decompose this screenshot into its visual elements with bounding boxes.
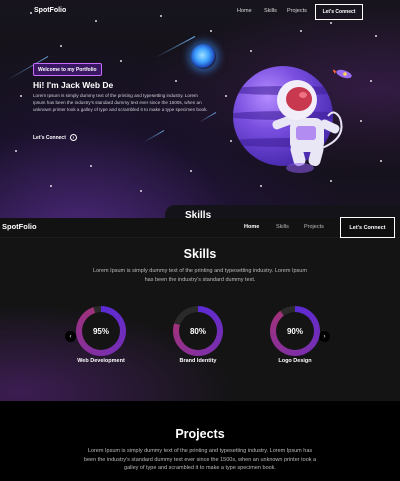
star xyxy=(210,30,212,32)
arrow-circle-icon: › xyxy=(69,134,77,141)
nav-home-link[interactable]: Home xyxy=(237,8,252,14)
skill-ring: 95% xyxy=(76,306,126,356)
astronaut-illustration xyxy=(272,80,343,173)
meteor-streak xyxy=(142,130,165,143)
skill-percent: 80% xyxy=(189,326,206,336)
nav-projects-link[interactable]: Projects xyxy=(304,224,324,230)
hero-connect-label: Let's Connect xyxy=(33,134,66,141)
skills-heading: Skills xyxy=(183,247,217,261)
star xyxy=(175,80,177,82)
sticky-navbar: SpotFolio Home Skills Projects Let's Con… xyxy=(0,217,400,238)
welcome-badge: Welcome to my Portfolio xyxy=(33,63,102,76)
nav-projects-link[interactable]: Projects xyxy=(287,8,307,14)
meteor-streak xyxy=(155,36,196,59)
projects-heading: Projects xyxy=(175,427,225,441)
skill-percent: 95% xyxy=(92,326,109,336)
star xyxy=(60,45,62,47)
star xyxy=(360,120,362,122)
hero-heading: Hi! I'm Jack Web De xyxy=(33,80,114,90)
hero-section: SpotFolio Home Skills Projects Let's Con… xyxy=(0,0,400,222)
star xyxy=(370,80,372,82)
skill-label: Brand Identity xyxy=(179,358,217,364)
star xyxy=(260,185,262,187)
projects-description: Lorem Ipsum is simply dummy text of the … xyxy=(83,448,317,471)
skill-label: Logo Design xyxy=(278,358,312,364)
star xyxy=(190,170,192,172)
star xyxy=(225,95,227,97)
star xyxy=(375,35,377,37)
projects-section: Projects Lorem Ipsum is simply dummy tex… xyxy=(0,401,400,481)
lets-connect-button[interactable]: Let's Connect xyxy=(315,4,363,20)
skill-ring: 90% xyxy=(270,306,320,356)
star xyxy=(250,50,252,52)
hero-description: Lorem Ipsum is simply dummy text of the … xyxy=(33,93,208,112)
star xyxy=(380,160,382,162)
star xyxy=(140,190,142,192)
logo[interactable]: SpotFolio xyxy=(2,222,37,231)
star xyxy=(15,150,17,152)
star xyxy=(120,60,122,62)
chevron-left-icon[interactable]: ‹ xyxy=(65,331,76,342)
skills-description: Lorem Ipsum is simply dummy text of the … xyxy=(93,268,307,283)
lets-connect-button[interactable]: Let's Connect xyxy=(340,217,395,238)
skill-label: Web Development xyxy=(77,358,125,364)
star xyxy=(95,20,97,22)
meteor-streak xyxy=(198,112,217,123)
nav-skills-link[interactable]: Skills xyxy=(276,224,289,230)
skill-ring: 80% xyxy=(173,306,223,356)
small-planet-illustration xyxy=(191,44,216,69)
nav-skills-link[interactable]: Skills xyxy=(264,8,277,14)
skill-percent: 90% xyxy=(286,326,303,336)
nav-home-link[interactable]: Home xyxy=(244,224,259,230)
hero-navbar: SpotFolio Home Skills Projects Let's Con… xyxy=(0,4,400,20)
chevron-right-icon[interactable]: › xyxy=(319,331,330,342)
star xyxy=(330,180,332,182)
star xyxy=(330,22,332,24)
star xyxy=(230,140,232,142)
star xyxy=(300,30,302,32)
logo[interactable]: SpotFolio xyxy=(34,7,66,14)
hero-connect-link[interactable]: Let's Connect › xyxy=(33,134,77,141)
star xyxy=(20,95,22,97)
star xyxy=(50,185,52,187)
skills-section: Skills Lorem Ipsum is simply dummy text … xyxy=(0,238,400,401)
star xyxy=(90,165,92,167)
